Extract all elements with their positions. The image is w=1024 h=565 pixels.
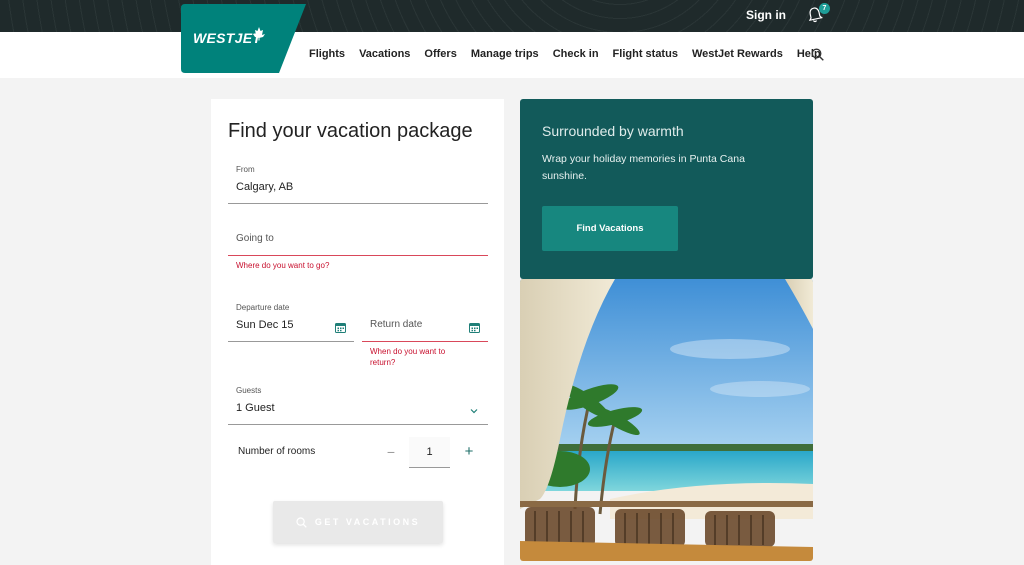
going-to-underline: [228, 255, 488, 256]
nav-flights[interactable]: Flights: [309, 48, 345, 60]
departure-underline: [228, 341, 354, 342]
return-date-error-line1: When do you want to: [370, 347, 446, 356]
search-icon: [296, 516, 307, 528]
sign-in-link[interactable]: Sign in: [746, 8, 786, 22]
nav-vacations[interactable]: Vacations: [359, 48, 410, 60]
rooms-decrement-button[interactable]: −: [384, 444, 398, 460]
notification-badge: 7: [819, 3, 830, 14]
nav-check-in[interactable]: Check in: [553, 48, 599, 60]
rooms-increment-button[interactable]: +: [462, 443, 476, 460]
return-date-input[interactable]: Return date: [370, 319, 422, 330]
rooms-input[interactable]: 1: [409, 437, 450, 468]
departure-input[interactable]: Sun Dec 15: [236, 319, 293, 331]
search-icon[interactable]: [811, 48, 824, 61]
guests-select[interactable]: 1 Guest: [236, 402, 275, 414]
westjet-logo[interactable]: WESTJET: [181, 4, 306, 73]
calendar-icon[interactable]: [469, 322, 480, 333]
from-input[interactable]: Calgary, AB: [236, 181, 293, 193]
guests-underline: [228, 424, 488, 425]
rooms-label: Number of rooms: [238, 446, 316, 457]
return-date-underline: [362, 341, 488, 342]
guests-label: Guests: [236, 386, 262, 395]
nav-westjet-rewards[interactable]: WestJet Rewards: [692, 48, 783, 60]
chevron-down-icon[interactable]: [469, 406, 479, 416]
nav-flight-status[interactable]: Flight status: [613, 48, 678, 60]
primary-nav: Flights Vacations Offers Manage trips Ch…: [309, 48, 835, 60]
beach-photo: [520, 279, 813, 561]
from-underline: [228, 203, 488, 204]
get-vacations-label: GET VACATIONS: [314, 517, 421, 527]
get-vacations-button[interactable]: GET VACATIONS: [273, 501, 443, 543]
promo-title: Surrounded by warmth: [542, 123, 684, 139]
going-to-error: Where do you want to go?: [236, 261, 330, 270]
brand-wordmark: WESTJET: [193, 30, 262, 46]
from-label: From: [236, 165, 255, 174]
find-vacations-button[interactable]: Find Vacations: [542, 206, 678, 251]
vacation-search-card: Find your vacation package From Calgary,…: [211, 99, 504, 565]
calendar-icon[interactable]: [335, 322, 346, 333]
promo-text: Wrap your holiday memories in Punta Cana…: [542, 153, 745, 182]
promo-panel: Surrounded by warmth Wrap your holiday m…: [520, 99, 813, 279]
nav-manage-trips[interactable]: Manage trips: [471, 48, 539, 60]
form-title: Find your vacation package: [228, 120, 473, 142]
departure-label: Departure date: [236, 303, 290, 312]
utility-bar: Sign in 7: [0, 0, 1024, 32]
punta-cana-beach-image: [520, 279, 813, 561]
nav-offers[interactable]: Offers: [424, 48, 456, 60]
going-to-input[interactable]: Going to: [236, 233, 274, 244]
return-date-error-line2: return?: [370, 358, 396, 367]
notifications-button[interactable]: 7: [806, 3, 830, 26]
